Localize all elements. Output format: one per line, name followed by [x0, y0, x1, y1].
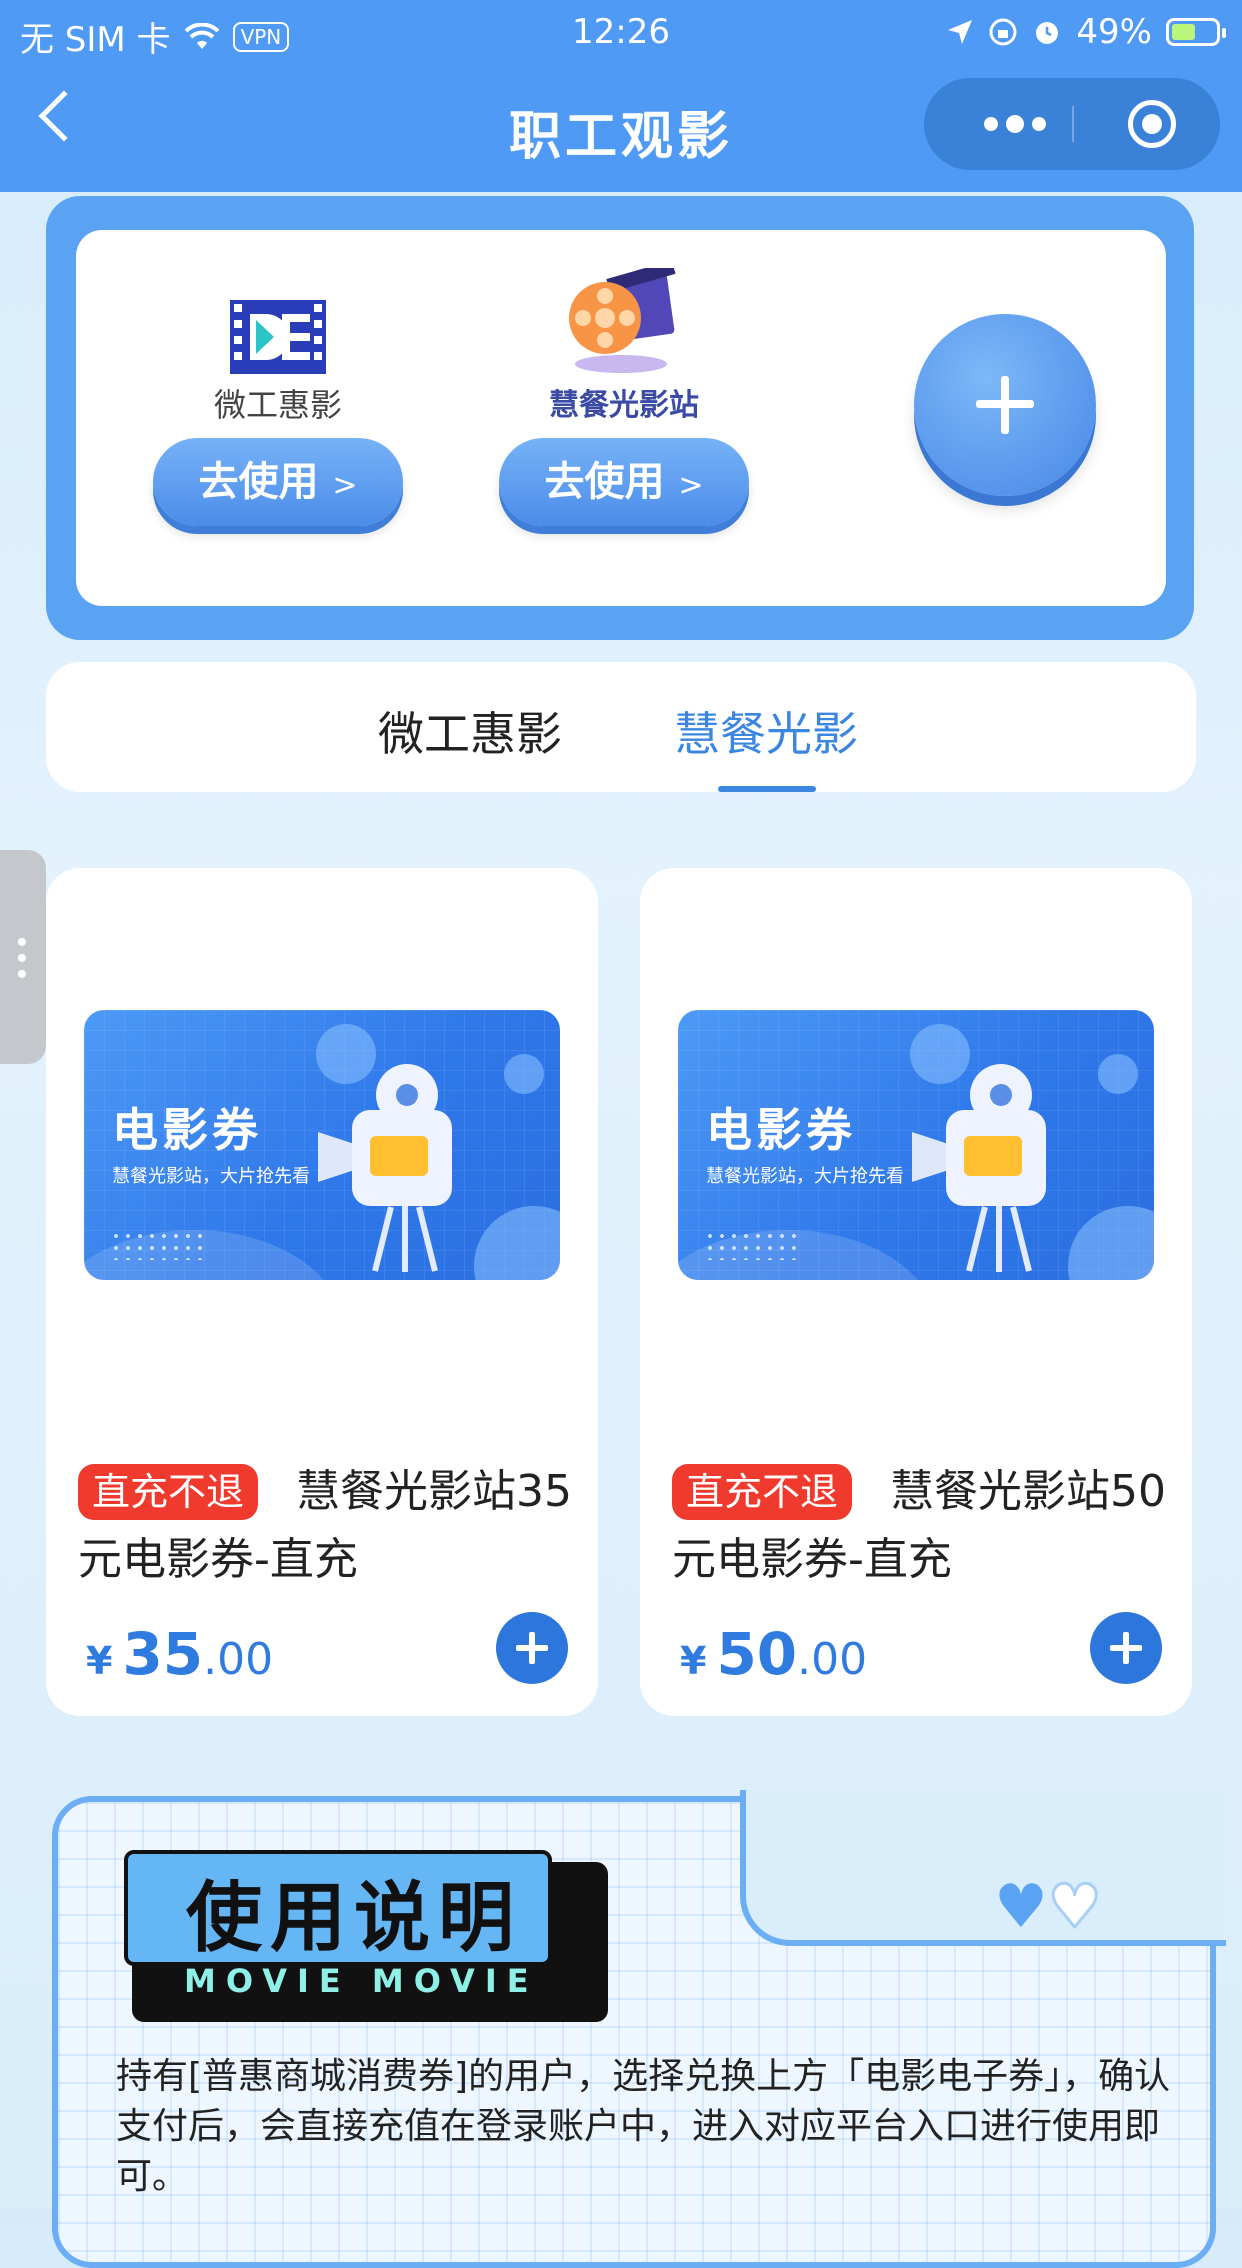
film-reel-clapper-icon [569, 268, 676, 373]
product-card[interactable]: 电影券 慧餐光影站，大片抢先看 慧餐光影站35元电影券-直充 直充不退 ¥35.… [46, 868, 598, 1716]
go-use-button[interactable]: 去使用 > [153, 438, 403, 526]
product-card[interactable]: 电影券 慧餐光影站，大片抢先看 慧餐光影站50元电影券-直充 直充不退 ¥50.… [640, 868, 1192, 1716]
go-use-button[interactable]: 去使用 > [499, 438, 749, 526]
weigong-logo-icon [230, 300, 326, 374]
platform-weigong: 微工惠影 去使用 > [148, 284, 408, 526]
header: 无 SIM 卡 VPN 12:26 49% 职工观影 [0, 0, 1242, 192]
active-tab-indicator [718, 786, 816, 792]
banner-subtitle: 慧餐光影站，大片抢先看 [112, 1166, 310, 1187]
close-miniprogram-button[interactable] [1128, 100, 1176, 148]
usage-notes-subtitle: MOVIE MOVIE [184, 1962, 539, 2000]
product-price: ¥35.00 [86, 1620, 274, 1688]
capsule-divider [1072, 106, 1074, 142]
location-arrow-icon [948, 20, 973, 44]
notes-tab-notch [740, 1790, 1226, 1946]
banner-title: 电影券 [112, 1103, 262, 1157]
tab-huican[interactable]: 慧餐光影 [674, 698, 858, 764]
more-button[interactable] [960, 106, 1070, 142]
mini-program-capsule [924, 78, 1220, 170]
usage-notes-header: 使用说明 MOVIE MOVIE [124, 1850, 608, 2022]
banner-subtitle: 慧餐光影站，大片抢先看 [706, 1166, 904, 1187]
orientation-lock-icon [989, 18, 1017, 46]
platform-name: 微工惠影 [213, 386, 342, 424]
tab-weigong[interactable]: 微工惠影 [378, 698, 562, 764]
usage-notes-text: 持有[普惠商城消费券]的用户，选择兑换上方「电影电子券」，确认支付后，会直接充值… [116, 2056, 1171, 2197]
platform-name: 慧餐光影站 [549, 388, 699, 423]
status-bar: 无 SIM 卡 VPN 12:26 49% [0, 8, 1242, 60]
platform-huican: 慧餐光影站 去使用 > [494, 268, 754, 526]
nav-bar: 职工观影 [0, 78, 1242, 170]
platform-panel-inner: 微工惠影 去使用 > 慧餐光影站 去使用 > [76, 230, 1166, 606]
platform-panel: 微工惠影 去使用 > 慧餐光影站 去使用 > [46, 196, 1194, 640]
movie-ticket-banner: 电影券 慧餐光影站，大片抢先看 [678, 1010, 1154, 1280]
product-price: ¥50.00 [680, 1620, 868, 1688]
add-platform-button[interactable] [914, 314, 1096, 496]
movie-ticket-banner: 电影券 慧餐光影站，大片抢先看 [84, 1010, 560, 1280]
usage-notes-title: 使用说明 [186, 1873, 522, 1962]
side-drawer-handle[interactable] [0, 850, 46, 1064]
add-to-cart-button[interactable] [496, 1612, 568, 1684]
battery-percent: 49% [1076, 12, 1152, 52]
add-to-cart-button[interactable] [1090, 1612, 1162, 1684]
no-refund-tag: 直充不退 [672, 1464, 853, 1520]
banner-title: 电影券 [706, 1103, 856, 1157]
battery-icon [1166, 18, 1226, 46]
alarm-icon [1036, 22, 1059, 44]
category-tabs: 微工惠影 慧餐光影 [46, 662, 1196, 792]
hearts-icon: ♥♥ [994, 1871, 1103, 1944]
no-refund-tag: 直充不退 [78, 1464, 259, 1520]
